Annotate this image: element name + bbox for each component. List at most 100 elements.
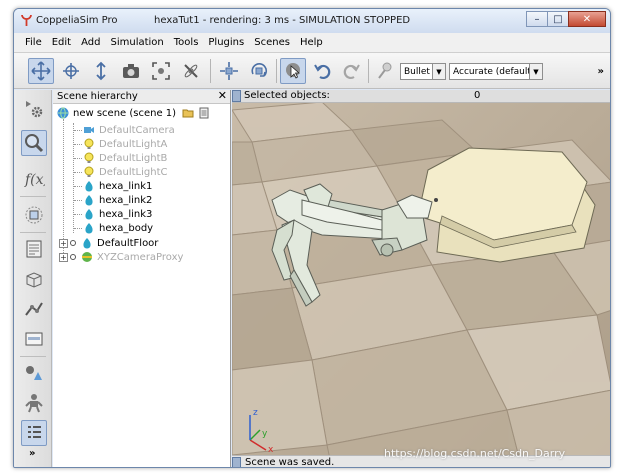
object-rotate-icon xyxy=(251,63,268,77)
toolbar-overflow-button[interactable]: » xyxy=(598,66,604,77)
light-icon xyxy=(83,152,95,164)
model-browser-button[interactable] xyxy=(21,360,47,386)
click-select-button[interactable] xyxy=(280,58,306,84)
tree-item-hexa-body[interactable]: hexa_body xyxy=(83,221,153,235)
globe-icon xyxy=(57,107,69,119)
title-bar: CoppeliaSim Pro hexaTut1 - rendering: 3 … xyxy=(14,9,610,33)
object-rotate-button[interactable] xyxy=(246,58,272,84)
maximize-button[interactable]: □ xyxy=(547,11,569,27)
accuracy-dropdown[interactable]: ▼ xyxy=(529,63,543,80)
calculator-icon xyxy=(26,240,42,258)
path-planning-button[interactable] xyxy=(21,296,47,322)
selected-objects-count: 0 xyxy=(474,90,481,101)
robot-model-button[interactable] xyxy=(21,390,47,416)
camera-shift-button[interactable] xyxy=(88,58,114,84)
rotate-arrows-icon xyxy=(63,63,79,79)
hierarchy-list-icon xyxy=(28,426,41,438)
status-message: Scene was saved. xyxy=(245,457,335,468)
scene-hierarchy-toggle-button[interactable] xyxy=(21,420,47,446)
scene-hierarchy-title: Scene hierarchy xyxy=(57,91,138,102)
redo-button[interactable] xyxy=(338,58,364,84)
menu-tools[interactable]: Tools xyxy=(169,37,204,48)
shape-icon xyxy=(83,180,95,192)
robot-icon xyxy=(25,394,43,413)
light-icon xyxy=(83,166,95,178)
hexa-body[interactable] xyxy=(417,147,596,263)
menu-plugins[interactable]: Plugins xyxy=(203,37,249,48)
fit-to-view-button[interactable] xyxy=(148,58,174,84)
dot-connector-icon xyxy=(70,237,78,249)
expand-xyz-camera-proxy-button[interactable]: + xyxy=(59,253,68,262)
menu-add[interactable]: Add xyxy=(76,37,105,48)
coppeliasim-logo-icon xyxy=(21,14,32,26)
dynamics-pin-icon xyxy=(378,62,392,79)
tree-item-label: new scene (scene 1) xyxy=(73,107,177,119)
object-shift-button[interactable] xyxy=(216,58,242,84)
tree-item-default-floor[interactable]: DefaultFloor xyxy=(70,236,158,250)
simulation-settings-button[interactable] xyxy=(21,96,47,122)
object-properties-button[interactable] xyxy=(21,202,47,228)
menu-simulation[interactable]: Simulation xyxy=(105,37,168,48)
tree-item-hexa-link3[interactable]: hexa_link3 xyxy=(83,207,152,221)
shape-icon xyxy=(81,237,93,249)
dynamics-toggle-button[interactable] xyxy=(372,58,398,84)
move-arrows-icon xyxy=(31,61,51,81)
tree-item-label: hexa_body xyxy=(99,222,154,234)
script-function-button[interactable]: f(x) xyxy=(21,166,47,192)
camera-view-button[interactable] xyxy=(118,58,144,84)
tree-item-default-light-b[interactable]: DefaultLightB xyxy=(83,151,167,165)
scene-viewport[interactable]: x y z Selected objects: 0 Scene was save… xyxy=(232,90,611,468)
calculation-modules-button[interactable] xyxy=(21,236,47,262)
cursor-select-icon xyxy=(286,63,301,79)
tree-item-root-scene[interactable]: new scene (scene 1) xyxy=(57,106,214,120)
minimize-button[interactable]: – xyxy=(526,11,548,27)
accuracy-select[interactable]: Accurate (default) xyxy=(449,63,541,80)
tree-item-label: DefaultLightB xyxy=(99,152,168,164)
tree-item-hexa-link2[interactable]: hexa_link2 xyxy=(83,193,152,207)
watermark: https://blog.csdn.net/Csdn_Darry xyxy=(384,447,566,460)
selection-info-pin-icon[interactable] xyxy=(232,90,241,102)
selection-button[interactable] xyxy=(21,326,47,352)
status-pin-icon[interactable] xyxy=(232,457,241,467)
camera-pan-button[interactable] xyxy=(28,58,54,84)
camera-icon xyxy=(123,64,139,78)
scene-render[interactable]: x y z xyxy=(232,90,611,468)
scene-hierarchy-close-button[interactable]: ✕ xyxy=(218,89,227,102)
tree-item-label: DefaultCamera xyxy=(99,124,175,136)
app-name: CoppeliaSim Pro xyxy=(36,15,118,26)
scene-hierarchy-panel: Scene hierarchy ✕ new scene (scene 1) De… xyxy=(53,89,231,467)
tree-item-label: DefaultLightC xyxy=(99,166,168,178)
menu-scenes[interactable]: Scenes xyxy=(249,37,295,48)
window-title: hexaTut1 - rendering: 3 ms - SIMULATION … xyxy=(154,15,411,26)
tree-item-label: DefaultLightA xyxy=(99,138,168,150)
physics-engine-value: Bullet xyxy=(404,66,430,77)
app-window: CoppeliaSim Pro hexaTut1 - rendering: 3 … xyxy=(13,8,611,468)
zoom-button[interactable] xyxy=(21,130,47,156)
close-button[interactable]: ✕ xyxy=(568,11,606,27)
tree-item-default-light-c[interactable]: DefaultLightC xyxy=(83,165,167,179)
undo-button[interactable] xyxy=(310,58,336,84)
camera-fly-button[interactable] xyxy=(178,58,204,84)
accuracy-value: Accurate (default) xyxy=(453,66,535,77)
shape-icon xyxy=(83,208,95,220)
dot-connector-icon xyxy=(70,251,78,263)
menu-edit[interactable]: Edit xyxy=(47,37,76,48)
tree-item-default-light-a[interactable]: DefaultLightA xyxy=(83,137,167,151)
dragonfly-icon xyxy=(184,64,198,78)
collections-button[interactable] xyxy=(21,266,47,292)
tree-item-xyz-camera-proxy[interactable]: XYZCameraProxy xyxy=(70,250,183,264)
left-toolbar-overflow-button[interactable]: » xyxy=(29,448,35,459)
axis-y-label: y xyxy=(262,429,268,439)
selection-list-icon xyxy=(25,332,43,346)
camera-rotate-button[interactable] xyxy=(58,58,84,84)
tree-item-hexa-link1[interactable]: hexa_link1 xyxy=(83,179,152,193)
tree-item-label: XYZCameraProxy xyxy=(97,251,184,263)
expand-default-floor-button[interactable]: + xyxy=(59,239,68,248)
menu-file[interactable]: File xyxy=(20,37,47,48)
menu-help[interactable]: Help xyxy=(295,37,328,48)
cube-icon xyxy=(26,272,42,288)
axis-z-label: z xyxy=(253,408,258,418)
physics-engine-dropdown[interactable]: ▼ xyxy=(432,63,446,80)
tree-item-default-camera[interactable]: DefaultCamera xyxy=(83,123,175,137)
fit-view-icon xyxy=(152,62,170,80)
